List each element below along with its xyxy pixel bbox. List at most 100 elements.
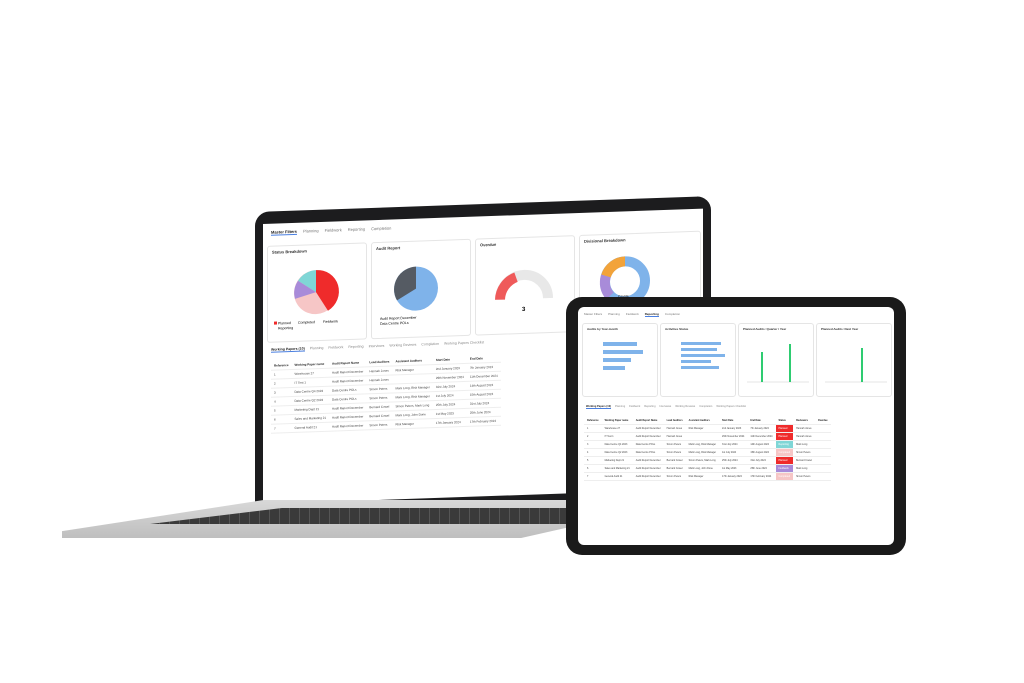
activities-hbar-chart [681,342,725,369]
subtab-fieldwork[interactable]: Fieldwork [629,405,640,409]
table-row[interactable]: 5 Marketing Dept 21 Audit Report December B… [584,456,831,465]
col-end-date[interactable]: End Date [747,417,776,425]
audit-report-pie-chart: Audit Report December Data Centre POLs [380,266,438,326]
subtab-completion[interactable]: Completion [421,342,439,348]
table-cell: Data Centre Q4 2023 [601,440,633,449]
table-cell: 2nd January 2023 [719,424,748,433]
subtab-planning[interactable]: Planning [310,346,324,351]
table-row[interactable]: 1 Warehouse 27 Audit Report December Hannah… [584,424,831,433]
table-cell: Data Centre Q2 2023 [601,448,633,457]
subtab-working-reviews[interactable]: Working Reviews [675,405,695,409]
tab-reporting[interactable]: Reporting [644,312,659,317]
col-working-paper[interactable]: Working Paper name [601,417,633,425]
table-row[interactable]: 2 IT Test 1 Audit Report December Hannah Jo… [584,432,831,441]
tab-master-filters[interactable]: Master Filters [584,312,602,317]
subtab-interviews[interactable]: Interviews [369,344,385,350]
subtab-working-papers[interactable]: Working Papers (10) [586,405,612,409]
subtab-interviews[interactable]: Interviews [660,405,672,409]
bar [603,366,625,370]
table-header-row: Reference Working Paper name Audit Repor… [584,417,831,425]
table-cell: Risk Manager [685,472,720,481]
subtab-working-papers[interactable]: Working Papers (10) [271,346,305,353]
donut-slice-orange [601,256,626,278]
table-cell: Fieldwork [775,464,794,473]
table-row[interactable]: 3 Data Centre Q4 2023 Data Centre POLs Simo… [584,440,831,449]
tab-master-filters[interactable]: Master Filters [271,228,298,236]
col-audit-report[interactable]: Audit Report Name [632,417,664,425]
table-row[interactable]: 7 General Audit 21 Audit Report December Si… [584,472,831,481]
col-reference[interactable]: Reference [584,417,602,425]
table-cell: Completed [775,472,794,481]
legend-reporting: Reporting [278,326,293,331]
subtab-working-reviews[interactable]: Working Reviews [389,343,416,349]
table-row[interactable]: 4 Data Centre Q2 2023 Data Centre POLs Simo… [584,448,831,457]
table-cell: Hannah Jones [793,432,815,441]
laptop-sub-tabs: Working Papers (10) Planning Fieldwork R… [271,340,484,353]
tab-planning[interactable]: Planning [608,312,620,317]
table-cell: Simon Peters [793,472,815,481]
subtab-reporting[interactable]: Reporting [348,344,363,350]
laptop-working-papers-table: Reference Working Paper name Audit Repor… [271,353,501,434]
donut-slice-purple [599,274,614,300]
table-cell: 7 [584,472,602,481]
bar [681,342,721,345]
col-overdue[interactable]: Overdue [814,417,831,425]
table-cell: Audit Report December [632,472,664,481]
table-cell: Simon Peters [663,472,686,481]
subtab-checklist[interactable]: Working Papers Checklist [716,405,746,409]
bar [603,358,631,362]
legend-fieldwork: Fieldwork [323,319,338,324]
tab-completion[interactable]: Completion [665,312,680,317]
legend-audit-report: Audit Report December [380,316,417,321]
table-cell: Mark Long [793,440,815,449]
table-cell [814,448,831,457]
table-cell: Completed [775,448,794,457]
table-cell: Audit Report December [632,432,664,441]
table-cell: Mark Long, John Done [685,464,720,473]
legend-completed: Completed [298,320,315,325]
tab-fieldwork[interactable]: Fieldwork [626,312,639,317]
bar [681,354,725,357]
table-cell: 17th January 2024 [432,417,467,428]
activities-status-card: Activities Status [660,323,736,397]
subtab-checklist[interactable]: Working Papers Checklist [444,340,484,346]
table-cell [814,432,831,441]
legend-swatch-planned [274,321,277,325]
col-status[interactable]: Status [775,417,794,425]
subtab-reporting[interactable]: Reporting [644,405,655,409]
subtab-fieldwork[interactable]: Fieldwork [328,345,343,351]
table-cell: 7th January 2024 [747,424,776,433]
table-cell: 1st May 2023 [719,464,748,473]
subtab-planning[interactable]: Planning [615,405,625,409]
table-cell: Audit Report December [632,456,664,465]
col-start-date[interactable]: Start Date [719,417,748,425]
table-cell: Reporting [775,440,794,449]
table-cell: Simon Peters [793,448,815,457]
table-cell: 6 [584,464,602,473]
tab-fieldwork[interactable]: Fieldwork [325,227,342,234]
planned-quarter-card: Planned Audits: Quarter / Year [738,323,814,397]
table-cell: Mark Long, Risk Manager [685,440,720,449]
bar [681,366,719,369]
table-cell: Warehouse 27 [601,424,633,433]
col-reviewers[interactable]: Reviewers [793,417,815,425]
bar [603,350,643,354]
bar [603,342,637,346]
table-cell: Hannah Jones [663,424,686,433]
table-cell: Audit Report December [632,424,664,433]
table-cell: General Audit 21 [601,472,633,481]
card-title: Planned Audits: Quarter / Year [743,327,787,331]
table-cell: 25th July 2024 [719,456,748,465]
col-assistant-auditors[interactable]: Assistant Auditors [685,417,720,425]
laptop-table-body: 1 Warehouse 27 Audit Report December Hannah… [271,362,501,434]
col-lead-auditors[interactable]: Lead Auditors [663,417,686,425]
table-cell: Planned [775,456,794,465]
tab-completion[interactable]: Completion [371,226,391,233]
tab-reporting[interactable]: Reporting [348,226,365,233]
audit-report-card: Audit Report Audit Report December Data … [371,238,471,340]
overdue-value: 3 [522,307,526,313]
subtab-completion[interactable]: Completion [699,405,712,409]
legend-data-centre: Data Centre POLs [380,321,409,326]
table-row[interactable]: 6 Sales and Marketing 21 Audit Report Dece… [584,464,831,473]
tab-planning[interactable]: Planning [303,228,319,235]
